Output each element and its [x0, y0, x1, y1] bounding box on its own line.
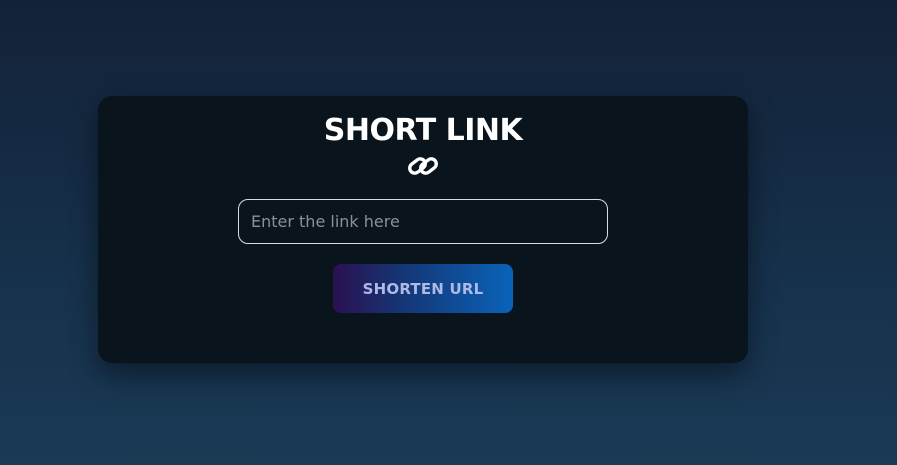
- shorten-url-button[interactable]: SHORTEN URL: [333, 264, 513, 313]
- page-title: SHORT LINK: [323, 113, 523, 148]
- link-icon: [408, 157, 438, 175]
- link-input[interactable]: [238, 199, 608, 244]
